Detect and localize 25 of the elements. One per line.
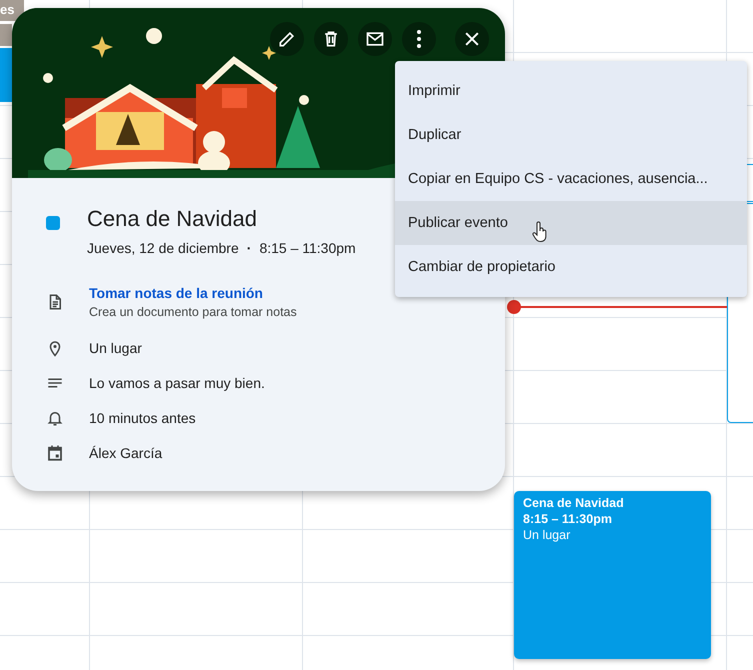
- hand-cursor-icon: [532, 221, 548, 243]
- menu-item[interactable]: Copiar en Equipo CS - vacaciones, ausencia...: [395, 157, 747, 201]
- separator-dot: ·: [246, 240, 252, 256]
- event-title: Cena de Navidad: [87, 205, 258, 233]
- current-time-dot: [507, 300, 521, 314]
- menu-item[interactable]: Cambiar de propietario: [395, 245, 747, 289]
- event-location: Un lugar: [523, 527, 570, 543]
- event-date: Jueves, 12 de diciembre: [87, 240, 239, 256]
- pencil-icon: [277, 29, 297, 49]
- calendar-icon: [46, 444, 64, 462]
- notes-hint: Crea un documento para tomar notas: [89, 305, 297, 319]
- take-notes-link[interactable]: Tomar notas de la reunión: [89, 285, 263, 301]
- event-time: 8:15 – 11:30pm: [523, 511, 612, 527]
- reminder-text: 10 minutos antes: [89, 410, 196, 426]
- more-options-button[interactable]: [402, 22, 436, 56]
- event-title: Cena de Navidad: [523, 495, 624, 511]
- menu-item[interactable]: Publicar evento: [395, 201, 747, 245]
- menu-item[interactable]: Duplicar: [395, 113, 747, 157]
- location-text: Un lugar: [89, 340, 142, 356]
- close-button[interactable]: [455, 22, 489, 56]
- event-time: 8:15 – 11:30pm: [259, 240, 356, 256]
- calendar-owner: Álex García: [89, 444, 162, 460]
- description-text: Lo vamos a pasar muy bien.: [89, 374, 265, 390]
- menu-item[interactable]: Imprimir: [395, 69, 747, 113]
- more-icon: [417, 30, 421, 48]
